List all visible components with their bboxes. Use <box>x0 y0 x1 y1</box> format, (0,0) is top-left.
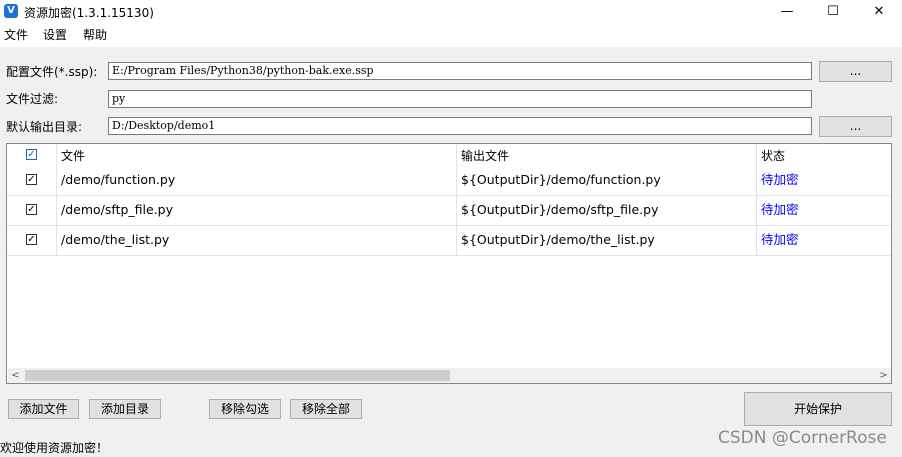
scroll-left-icon[interactable]: < <box>8 368 23 383</box>
column-divider <box>56 144 57 255</box>
window-title: 资源加密(1.3.1.15130) <box>24 6 154 20</box>
output-dir-label: 默认输出目录: <box>6 120 83 134</box>
output-dir-field[interactable]: D:/Desktop/demo1 <box>108 117 812 135</box>
menu-settings[interactable]: 设置 <box>43 23 67 47</box>
app-logo-icon: V <box>4 4 18 18</box>
column-divider <box>456 144 457 255</box>
add-directory-button[interactable]: 添加目录 <box>89 399 161 419</box>
config-browse-button[interactable]: ... <box>819 61 892 82</box>
row-file-path: /demo/sftp_file.py <box>61 202 173 217</box>
title-bar: V 资源加密(1.3.1.15130) — ☐ ✕ <box>0 0 902 23</box>
column-header-file[interactable]: 文件 <box>61 144 85 168</box>
row-file-path: /demo/the_list.py <box>61 232 170 247</box>
row-checkbox[interactable]: ✓ <box>26 204 37 215</box>
horizontal-scrollbar[interactable]: < > <box>8 368 891 383</box>
column-divider <box>756 144 757 255</box>
filter-label: 文件过滤: <box>6 92 59 106</box>
config-file-field[interactable]: E:/Program Files/Python38/python-bak.exe… <box>108 62 812 80</box>
add-file-button[interactable]: 添加文件 <box>8 399 79 419</box>
file-table: ✓ 文件 输出文件 状态 ✓ /demo/function.py ${Outpu… <box>6 143 892 384</box>
row-checkbox[interactable]: ✓ <box>26 174 37 185</box>
minimize-button[interactable]: — <box>764 0 810 23</box>
row-status-link[interactable]: 待加密 <box>761 196 799 224</box>
row-divider <box>7 255 891 256</box>
menu-help[interactable]: 帮助 <box>83 23 107 47</box>
row-status-link[interactable]: 待加密 <box>761 226 799 254</box>
column-header-status[interactable]: 状态 <box>761 144 785 168</box>
scroll-right-icon[interactable]: > <box>876 368 891 383</box>
scrollbar-thumb[interactable] <box>25 370 450 381</box>
row-output-path: ${OutputDir}/demo/sftp_file.py <box>461 202 659 217</box>
row-output-path: ${OutputDir}/demo/the_list.py <box>461 232 655 247</box>
start-protect-button[interactable]: 开始保护 <box>744 392 892 426</box>
maximize-button[interactable]: ☐ <box>810 0 856 23</box>
column-header-output[interactable]: 输出文件 <box>461 144 509 168</box>
status-bar-text: 欢迎使用资源加密！ <box>0 441 109 455</box>
watermark: CSDN @CornerRose <box>718 428 887 448</box>
select-all-checkbox[interactable]: ✓ <box>26 149 37 160</box>
row-status-link[interactable]: 待加密 <box>761 166 799 194</box>
output-browse-button[interactable]: ... <box>819 116 892 137</box>
row-output-path: ${OutputDir}/demo/function.py <box>461 172 661 187</box>
menu-file[interactable]: 文件 <box>4 23 28 47</box>
row-checkbox[interactable]: ✓ <box>26 234 37 245</box>
row-file-path: /demo/function.py <box>61 172 176 187</box>
remove-all-button[interactable]: 移除全部 <box>290 399 362 419</box>
config-file-label: 配置文件(*.ssp): <box>6 65 98 79</box>
close-button[interactable]: ✕ <box>856 0 902 23</box>
filter-field[interactable]: py <box>108 90 812 108</box>
menu-bar: 文件 设置 帮助 <box>0 23 902 47</box>
remove-checked-button[interactable]: 移除勾选 <box>209 399 281 419</box>
